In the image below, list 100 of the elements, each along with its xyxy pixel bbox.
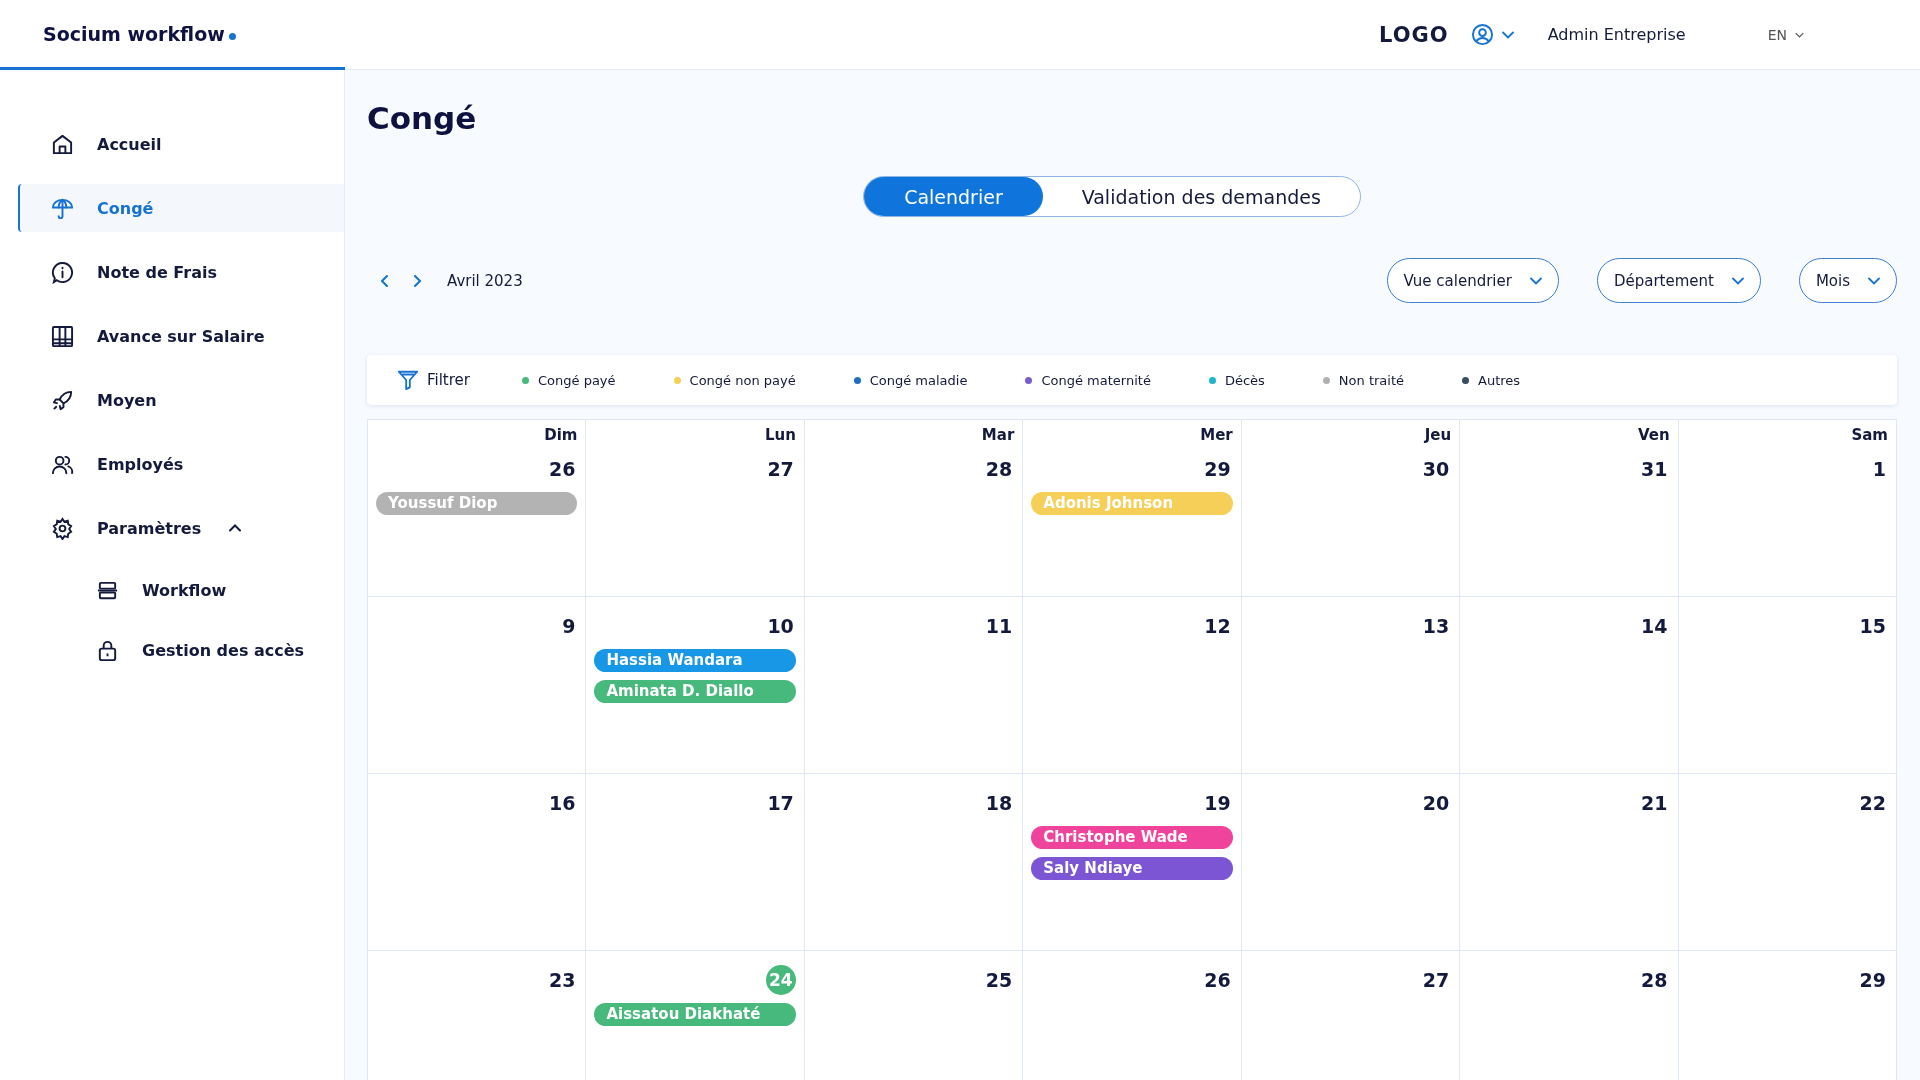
user-name: Admin Entreprise <box>1547 25 1686 44</box>
day-number: 12 <box>1203 614 1231 639</box>
day-number: 26 <box>547 457 576 482</box>
user-menu-button[interactable] <box>1470 23 1514 46</box>
day-cell[interactable]: 22 <box>1678 774 1897 951</box>
day-cell[interactable]: 16 <box>368 774 587 951</box>
day-cell[interactable]: 28 <box>1460 951 1679 1080</box>
day-cell[interactable]: 23 <box>368 951 587 1080</box>
tab[interactable]: Validation des demandes <box>1042 177 1360 216</box>
legend-label: Congé non payé <box>689 372 796 388</box>
day-number: 26 <box>1203 968 1231 993</box>
weekday-label: Dim <box>544 426 578 446</box>
legend-label: Décès <box>1224 372 1265 388</box>
brand-name: Socium workflow <box>43 22 225 45</box>
filter-icon <box>397 369 419 391</box>
day-cell[interactable]: 12 <box>1023 597 1242 774</box>
weekday-label: Mar <box>981 426 1015 446</box>
leave-event[interactable]: Saly Ndiaye <box>1031 857 1233 880</box>
day-number: 21 <box>1640 791 1668 816</box>
day-cell[interactable]: 13 <box>1241 597 1461 774</box>
dropdown[interactable]: Vue calendrier <box>1386 258 1559 303</box>
day-number: 20 <box>1421 791 1450 816</box>
day-number: 17 <box>766 791 794 816</box>
day-cell[interactable]: 27 <box>1241 951 1461 1080</box>
day-number: 28 <box>984 457 1013 482</box>
day-cell[interactable]: 9 <box>368 597 587 774</box>
info-bubble-icon <box>51 260 74 284</box>
tab[interactable]: Calendrier <box>864 177 1043 216</box>
sidebar-item[interactable]: Employés <box>18 440 344 488</box>
legend-label: Non traité <box>1338 372 1404 388</box>
day-cell[interactable]: 18 <box>804 774 1024 951</box>
day-number: 18 <box>984 791 1013 816</box>
sidebar-item[interactable]: Avance sur Salaire <box>18 312 344 360</box>
day-number: 10 <box>766 614 794 639</box>
day-cell[interactable]: 20 <box>1241 774 1461 951</box>
sidebar-item[interactable]: Paramètres <box>18 504 344 552</box>
chevron-down-icon <box>1731 276 1744 285</box>
sidebar-item[interactable]: Note de Frais <box>18 248 344 296</box>
day-cell[interactable]: 15 <box>1678 597 1897 774</box>
day-number: 9 <box>561 614 576 639</box>
day-cell[interactable]: Lun 27 <box>586 420 805 597</box>
dropdown[interactable]: Département <box>1596 258 1761 303</box>
day-number: 15 <box>1858 614 1886 639</box>
day-number: 31 <box>1640 457 1668 482</box>
day-number: 16 <box>547 791 576 816</box>
day-number: 27 <box>1421 968 1450 993</box>
day-cell[interactable]: 17 <box>586 774 805 951</box>
language-selector[interactable]: EN <box>1761 25 1810 44</box>
user-icon <box>1470 23 1494 46</box>
day-cell[interactable]: 29 <box>1678 951 1897 1080</box>
day-number: 23 <box>547 968 576 993</box>
period-label: Avril 2023 <box>447 271 523 290</box>
day-cell[interactable]: 26 <box>1023 951 1242 1080</box>
sidebar-item[interactable]: Congé <box>18 184 344 232</box>
day-number: 28 <box>1640 968 1668 993</box>
sidebar-item[interactable]: Moyen <box>18 376 344 424</box>
day-number: 30 <box>1421 457 1450 482</box>
day-number: 29 <box>1858 968 1886 993</box>
page-title: Congé <box>367 100 478 136</box>
chevron-down-icon <box>1868 276 1880 285</box>
day-cell[interactable]: Dim 26 Youssuf Diop <box>368 420 587 597</box>
day-cell[interactable]: 14 <box>1460 597 1679 774</box>
day-number: 29 <box>1203 457 1231 482</box>
sidebar-subitem[interactable]: Workflow <box>18 568 344 612</box>
today-badge: 24 <box>765 965 796 995</box>
weekday-label: Lun <box>764 426 796 446</box>
brand-dot-icon <box>228 33 236 40</box>
day-cell[interactable]: Sam 1 <box>1678 420 1897 597</box>
chevron-right-icon <box>413 274 421 287</box>
umbrella-icon <box>51 196 74 220</box>
day-number: 13 <box>1421 614 1450 639</box>
day-cell[interactable]: 19 Christophe Wade Saly Ndiaye <box>1023 774 1242 951</box>
weekday-label: Mer <box>1200 426 1233 446</box>
filter-button[interactable]: Filtrer <box>397 369 470 391</box>
day-cell[interactable]: 11 <box>804 597 1024 774</box>
chevron-down-icon <box>1501 30 1514 39</box>
day-number: 1 <box>1871 457 1886 482</box>
day-number: 22 <box>1858 791 1886 816</box>
day-cell[interactable]: 25 <box>804 951 1024 1080</box>
day-number: 27 <box>766 457 794 482</box>
day-cell[interactable]: Mer 29 Adonis Johnson <box>1023 420 1242 597</box>
day-cell[interactable]: Jeu 30 <box>1241 420 1461 597</box>
day-number: 11 <box>984 614 1013 639</box>
dropdown[interactable]: Mois <box>1798 258 1897 303</box>
sidebar-item[interactable]: Accueil <box>18 120 344 168</box>
grid-icon <box>51 324 74 348</box>
sidebar-subitem[interactable]: Gestion des accès <box>18 628 344 672</box>
weekday-label: Sam <box>1851 426 1888 446</box>
day-cell[interactable]: 21 <box>1460 774 1679 951</box>
weekday-label: Ven <box>1637 426 1670 446</box>
day-cell[interactable]: Ven 31 <box>1460 420 1679 597</box>
day-cell[interactable]: Mar 28 <box>804 420 1024 597</box>
lock-icon <box>96 638 119 662</box>
day-number: 19 <box>1203 791 1231 816</box>
chevron-left-icon <box>381 274 389 287</box>
legend-label: Congé maternité <box>1041 372 1151 388</box>
rocket-icon <box>51 388 74 412</box>
legend-label: Congé maladie <box>869 372 968 388</box>
day-number: 14 <box>1640 614 1668 639</box>
home-icon <box>51 132 74 156</box>
